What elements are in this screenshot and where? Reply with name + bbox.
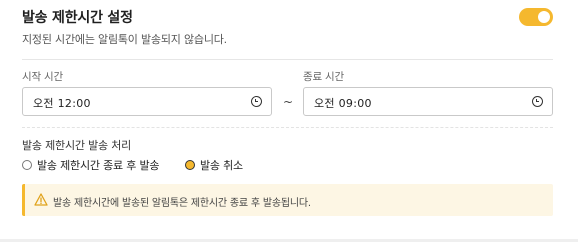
radio-send-after[interactable]: 발송 제한시간 종료 후 발송 [22, 157, 160, 173]
end-time-value: 오전 09:00 [314, 97, 372, 110]
end-time-input[interactable]: 오전 09:00 [303, 87, 553, 116]
clock-icon[interactable] [251, 96, 262, 107]
section-title: 발송 제한시간 설정 [22, 10, 133, 26]
radio-label[interactable]: 발송 취소 [200, 157, 243, 173]
clock-icon[interactable] [532, 96, 543, 107]
start-time-input[interactable]: 오전 12:00 [22, 87, 272, 116]
toggle-knob [538, 11, 550, 23]
handling-label: 발송 제한시간 발송 처리 [22, 139, 132, 152]
notice-text: 발송 제한시간에 발송된 알림톡은 제한시간 종료 후 발송됩니다. [53, 198, 311, 209]
radio-button[interactable] [22, 160, 32, 170]
restriction-toggle[interactable] [519, 8, 553, 26]
time-divider [22, 127, 553, 128]
end-time-label: 종료 시간 [303, 71, 344, 83]
radio-button-selected[interactable] [185, 160, 195, 170]
start-time-value: 오전 12:00 [33, 97, 91, 110]
radio-label[interactable]: 발송 제한시간 종료 후 발송 [37, 157, 160, 173]
header-divider [22, 59, 553, 60]
range-separator: ~ [283, 95, 294, 109]
radio-cancel-send[interactable]: 발송 취소 [185, 157, 243, 173]
start-time-label: 시작 시간 [22, 71, 63, 83]
warning-icon [34, 193, 48, 206]
notice-box: 발송 제한시간에 발송된 알림톡은 제한시간 종료 후 발송됩니다. [22, 184, 553, 216]
restriction-settings-card: 발송 제한시간 설정 지정된 시간에는 알림톡이 발송되지 않습니다. 시작 시… [0, 0, 578, 242]
section-description: 지정된 시간에는 알림톡이 발송되지 않습니다. [22, 33, 227, 46]
